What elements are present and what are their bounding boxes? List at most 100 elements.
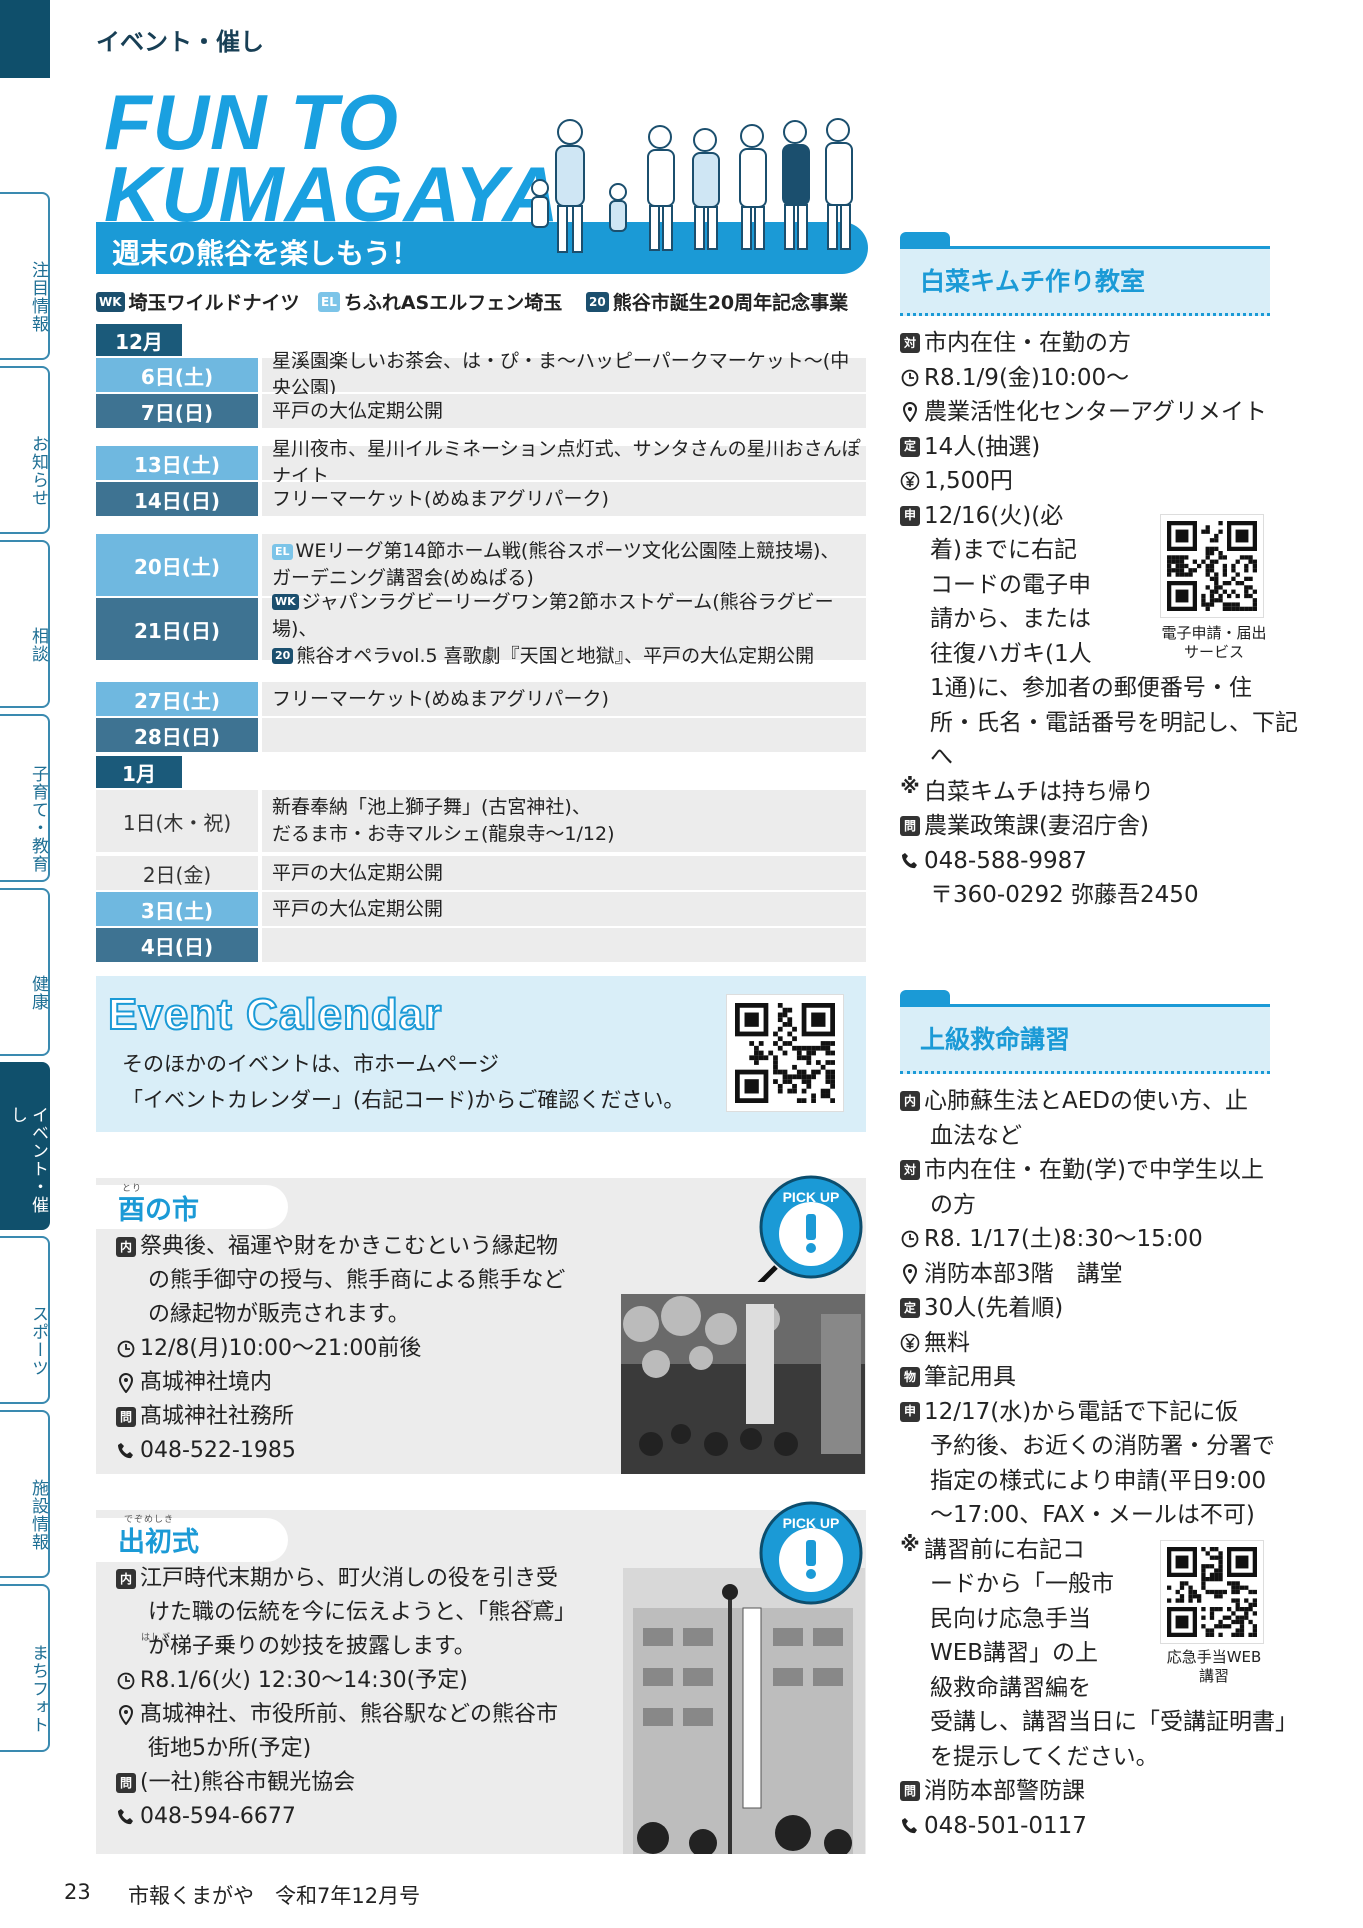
detail-text: の熊手御守の授与、熊手商による熊手など bbox=[148, 1268, 566, 1293]
detail-text: 消防本部3階 講堂 bbox=[924, 1260, 1123, 1287]
calendar-event-text: 平戸の大仏定期公開 bbox=[272, 861, 444, 884]
detail-text: ードから「一般市 bbox=[930, 1571, 1114, 1597]
clock-icon bbox=[116, 1671, 136, 1691]
side-tab-7[interactable]: 施設情報 bbox=[0, 1410, 50, 1578]
detail-line: 消防本部3階 講堂 bbox=[900, 1257, 1272, 1292]
calendar-event-line: だるま市・お寺マルシェ(龍泉寺～1/12) bbox=[272, 821, 866, 848]
detail-line: 無料 bbox=[900, 1326, 1272, 1361]
event-calendar-qr-code[interactable] bbox=[726, 994, 844, 1112]
detail-line: 対市内在住・在勤の方 bbox=[900, 326, 1272, 361]
phone-icon bbox=[116, 1807, 136, 1827]
dezomeshiki-photo bbox=[623, 1568, 865, 1854]
side-tab-label: 健康 bbox=[28, 975, 48, 1011]
calendar-event-text: 熊谷オペラvol.5 喜歌劇『天国と地獄』、平戸の大仏定期公開 bbox=[296, 644, 815, 667]
detail-text: 髙城神社社務所 bbox=[140, 1404, 295, 1429]
label-box-icon: 問 bbox=[116, 1773, 136, 1793]
detail-line: 〒360-0292 弥藤吾2450 bbox=[900, 878, 1272, 913]
side-tab-0[interactable]: 注目情報 bbox=[0, 192, 50, 360]
location-pin-icon bbox=[900, 402, 920, 422]
detail-text: 髙城神社境内 bbox=[140, 1370, 273, 1395]
detail-text: 血法など bbox=[930, 1122, 1022, 1149]
detail-text: の縁起物が販売されます。 bbox=[148, 1302, 410, 1327]
side-tab-6[interactable]: スポーツ bbox=[0, 1236, 50, 1404]
detail-line: 申 12/17(水)から電話で下記に仮 bbox=[900, 1395, 1272, 1430]
kyumei-details: 内心肺蘇生法とAEDの使い方、止 血法など対市内在住・在勤(学)で中学生以上 の方 R… bbox=[900, 1084, 1298, 1843]
detail-text: 民向け応急手当 bbox=[930, 1605, 1091, 1632]
note-mark-icon: ※ bbox=[900, 1532, 920, 1557]
detail-text: 〒360-0292 弥藤吾2450 bbox=[930, 882, 1199, 908]
detail-text: R8.1/9(金)10:00～ bbox=[924, 364, 1130, 391]
detail-text: の方 bbox=[930, 1191, 976, 1218]
calendar-events: 平戸の大仏定期公開 bbox=[258, 892, 866, 926]
dezomeshiki-title: 出初式 bbox=[118, 1527, 199, 1558]
detail-text: 12/8(月)10:00～21:00前後 bbox=[140, 1336, 422, 1361]
kyumei-qr-caption-1: 応急手当WEB bbox=[1166, 1648, 1262, 1666]
calendar-date: 1日(木・祝) bbox=[96, 790, 258, 852]
side-tab-3[interactable]: 子育て・教育 bbox=[0, 714, 50, 882]
side-tab-label: 相談 bbox=[28, 627, 48, 663]
detail-line: ※ 白菜キムチは持ち帰り bbox=[900, 774, 1272, 810]
month-header-jan: 1月 bbox=[96, 756, 182, 788]
qr-icon bbox=[1167, 1547, 1257, 1637]
detail-line: 受講し、講習当日に「受講証明書」 bbox=[900, 1705, 1298, 1740]
calendar-date: 7日(日) bbox=[96, 394, 258, 428]
calendar-event-line: フリーマーケット(めぬまアグリパーク) bbox=[272, 686, 866, 713]
kyumei-qr-caption: 応急手当WEB 講習 bbox=[1152, 1648, 1276, 1686]
kimchi-details: 対市内在住・在勤の方 R8.1/9(金)10:00～ 農業活性化センターアグリメイト… bbox=[900, 326, 1298, 913]
side-tab-4[interactable]: 健康 bbox=[0, 888, 50, 1056]
kyumei-qr-code[interactable] bbox=[1160, 1540, 1264, 1644]
calendar-events: WK ジャパンラグビーリーグワン第2節ホストゲーム(熊谷ラグビー場)、 20 熊谷オペ… bbox=[258, 591, 866, 667]
detail-text: けた職の伝統を今に伝えようと、「熊谷鳶」 bbox=[148, 1600, 577, 1625]
calendar-row: 3日(土) 平戸の大仏定期公開 bbox=[96, 892, 866, 926]
detail-text: 街地5か所(予定) bbox=[148, 1736, 312, 1761]
calendar-date: 21日(日) bbox=[96, 598, 258, 660]
calendar-event-text: ガーデニング講習会(めぬぱる) bbox=[272, 567, 534, 589]
calendar-event-text: フリーマーケット(めぬまアグリパーク) bbox=[272, 487, 609, 510]
label-box-icon: 問 bbox=[900, 816, 920, 836]
event-calendar-line-2: 「イベントカレンダー」(右記コード)からご確認ください。 bbox=[122, 1088, 685, 1112]
calendar-event-text: 新春奉納「池上獅子舞」(古宮神社)、 bbox=[272, 796, 591, 818]
detail-line: R8. 1/17(土)8:30～15:00 bbox=[900, 1222, 1272, 1257]
detail-line: R8.1/9(金)10:00～ bbox=[900, 361, 1272, 396]
detail-text: 消防本部警防課 bbox=[924, 1778, 1085, 1804]
detail-text: 祭典後、福運や財をかきこむという縁起物 bbox=[140, 1234, 559, 1259]
legend-badge-icon: EL bbox=[318, 291, 340, 312]
detail-text: を提示してください。 bbox=[930, 1743, 1159, 1770]
kimchi-qr-code[interactable] bbox=[1160, 514, 1264, 618]
svg-text:PICK UP: PICK UP bbox=[783, 1515, 840, 1531]
detail-line: へ bbox=[900, 740, 1272, 775]
location-pin-icon bbox=[900, 1263, 920, 1284]
detail-text: 無料 bbox=[924, 1329, 970, 1356]
side-tab-2[interactable]: 相談 bbox=[0, 540, 50, 708]
side-tab-label: スポーツ bbox=[28, 1305, 48, 1377]
detail-line: 1,500円 bbox=[900, 464, 1272, 499]
detail-text: 1通)に、参加者の郵便番号・住 bbox=[930, 675, 1252, 701]
kimchi-tab bbox=[900, 232, 950, 246]
torinoichi-photo bbox=[621, 1294, 865, 1474]
clock-icon bbox=[116, 1339, 136, 1359]
side-tab-label: 子育て・教育 bbox=[28, 765, 48, 873]
side-tab-8[interactable]: まちフォト bbox=[0, 1584, 50, 1752]
calendar-events: 平戸の大仏定期公開 bbox=[258, 856, 866, 890]
label-box-icon: 内 bbox=[900, 1091, 920, 1111]
hero-subtitle: 週末の熊谷を楽しもう！ bbox=[112, 237, 420, 270]
label-box-icon: 対 bbox=[900, 1160, 920, 1180]
calendar-row: 4日(日) bbox=[96, 928, 866, 962]
detail-text: 講習前に右記コ bbox=[924, 1536, 1085, 1563]
detail-text: R8.1/6(火) 12:30～14:30(予定) bbox=[140, 1668, 468, 1693]
calendar-date: 4日(日) bbox=[96, 928, 258, 962]
detail-line: の方 bbox=[900, 1188, 1272, 1223]
side-tab-5[interactable]: イベント・催し bbox=[0, 1062, 50, 1230]
calendar-row: 1日(木・祝) 新春奉納「池上獅子舞」(古宮神社)、だるま市・お寺マルシェ(龍泉寺… bbox=[96, 790, 866, 852]
detail-text: 14人(抽選) bbox=[924, 433, 1041, 460]
detail-text: 筆記用具 bbox=[924, 1364, 1016, 1390]
side-tab-label: イベント・催し bbox=[7, 1106, 48, 1214]
event-badge-icon: 20 bbox=[272, 648, 294, 664]
kyumei-qr-caption-2: 講習 bbox=[1198, 1667, 1229, 1685]
publication-title: 市報くまがや 令和7年12月号 bbox=[128, 1884, 421, 1908]
detail-text: 市内在住・在勤(学)で中学生以上 bbox=[924, 1157, 1264, 1183]
detail-text: 白菜キムチは持ち帰り bbox=[924, 778, 1154, 805]
calendar-row: 20日(土) EL WEリーグ第14節ホーム戦(熊谷スポーツ文化公園陸上競技場)、ガ… bbox=[96, 534, 866, 596]
side-tab-1[interactable]: お知らせ bbox=[0, 366, 50, 534]
detail-line: 048-588-9987 bbox=[900, 844, 1272, 879]
